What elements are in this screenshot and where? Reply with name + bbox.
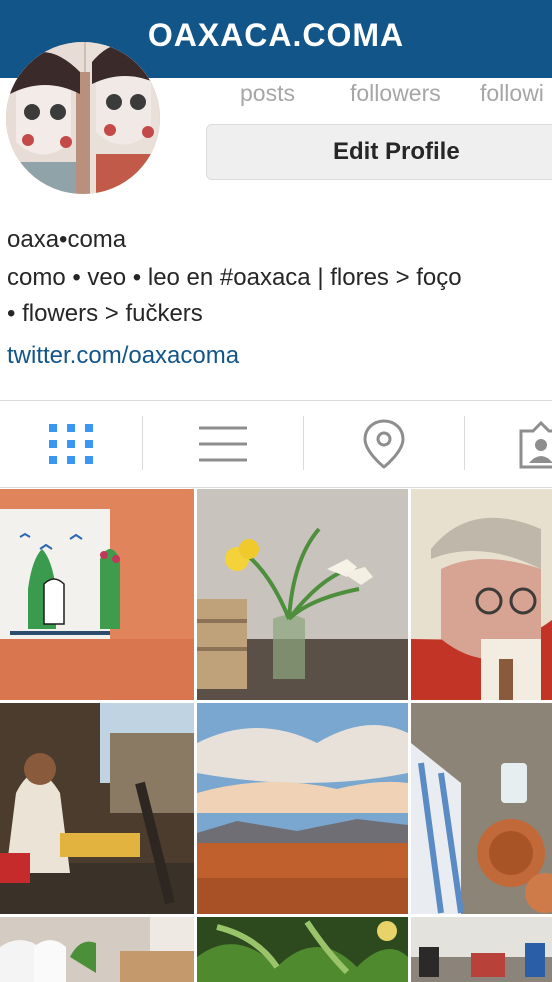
profile-username-title: OAXACA.COMA [147,16,405,53]
profile-full-name: oaxa•coma [7,226,127,253]
tab-grid-view[interactable] [0,401,142,487]
post-thumbnail[interactable] [0,489,194,700]
stat-followers-label[interactable]: followers [350,80,441,107]
avatar-image [6,42,160,194]
stat-posts-label[interactable]: posts [240,80,295,107]
profile-view-tabs [0,401,552,487]
bio-line-2: • flowers > fučkers [7,300,203,327]
tab-separator [142,416,143,470]
photo-grid [0,489,552,982]
avatar[interactable] [6,42,160,194]
grid-icon [49,424,93,464]
bio-website-link[interactable]: twitter.com/oaxacoma [7,342,239,370]
post-thumbnail[interactable] [197,917,408,982]
divider [0,487,552,488]
post-thumbnail[interactable] [411,703,552,914]
post-thumbnail[interactable] [197,703,408,914]
tab-separator [464,416,465,470]
tab-separator [303,416,304,470]
post-thumbnail[interactable] [0,703,194,914]
tab-tagged-photos[interactable] [465,401,552,487]
post-thumbnail[interactable] [197,489,408,700]
tab-list-view[interactable] [143,401,303,487]
tab-map-view[interactable] [304,401,464,487]
edit-profile-button[interactable]: Edit Profile [206,124,552,180]
list-icon [199,426,247,462]
stat-following-label[interactable]: followi [480,80,544,107]
tagged-person-icon [519,420,552,469]
location-pin-icon [363,419,405,469]
bio-line-1: como • veo • leo en #oaxaca | flores > f… [7,264,462,291]
post-thumbnail[interactable] [411,489,552,700]
post-thumbnail[interactable] [411,917,552,982]
edit-profile-label: Edit Profile [333,138,460,165]
post-thumbnail[interactable] [0,917,194,982]
